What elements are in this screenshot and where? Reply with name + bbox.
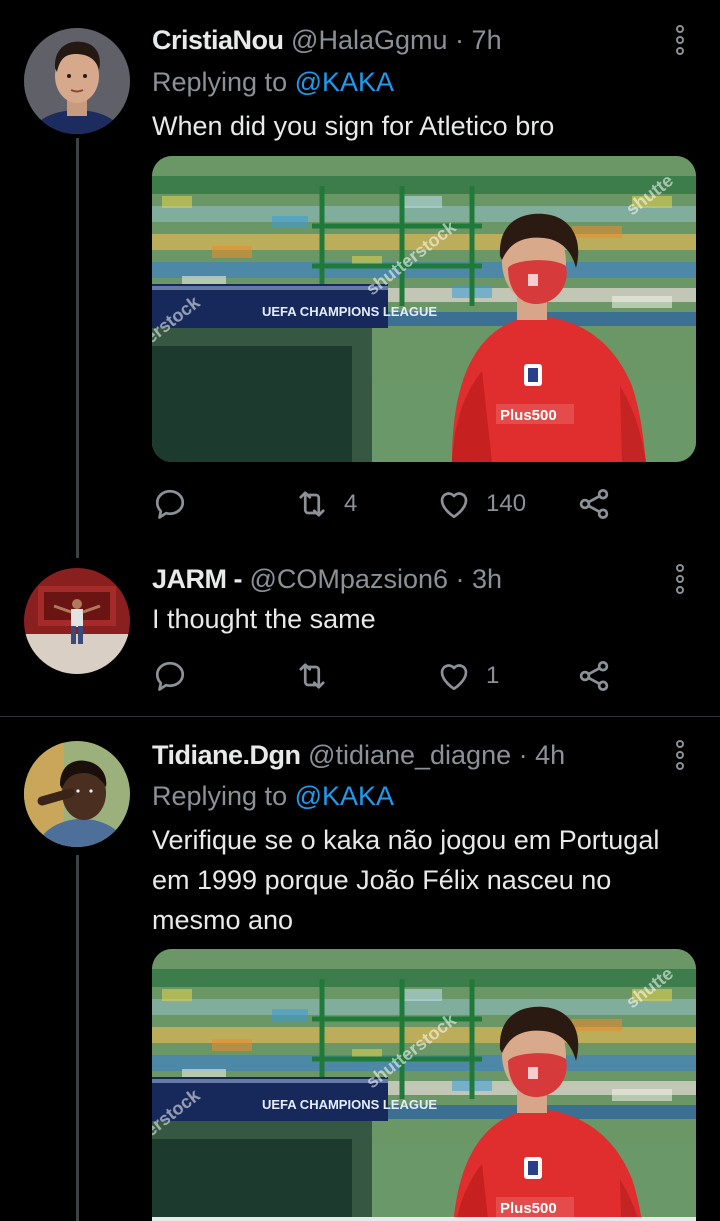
like-button[interactable]: 1 (436, 654, 499, 698)
like-button[interactable]: 140 (436, 482, 526, 526)
like-count: 1 (486, 662, 500, 689)
thread-line (76, 855, 79, 1221)
timestamp[interactable]: 4h (535, 740, 565, 770)
tweet-header: Tidiane.Dgn @tidiane_diagne · 4h (152, 735, 565, 775)
username[interactable]: @COMpazsion6 (250, 564, 448, 594)
avatar[interactable] (24, 568, 130, 674)
share-icon (576, 486, 612, 522)
tweet-media-image[interactable] (152, 949, 696, 1221)
replying-label: Replying to (152, 781, 288, 811)
retweet-button[interactable] (294, 654, 344, 698)
heart-icon (436, 486, 472, 522)
stadium-photo (152, 156, 696, 462)
retweet-count: 4 (344, 490, 358, 517)
tweet-actions: 1 (152, 654, 622, 698)
mention-link[interactable]: @KAKA (295, 781, 394, 811)
display-name[interactable]: Tidiane.Dgn (152, 740, 301, 770)
display-name[interactable]: CristiaNou (152, 25, 284, 55)
retweet-icon (294, 658, 330, 694)
share-button[interactable] (576, 654, 612, 698)
separator: · (518, 740, 528, 770)
timestamp[interactable]: 3h (472, 564, 502, 594)
tweet-header: JARM - @COMpazsion6 · 3h (152, 559, 502, 599)
mention-link[interactable]: @KAKA (295, 67, 394, 97)
replying-to: Replying to @KAKA (152, 62, 394, 102)
more-vertical-icon[interactable] (672, 559, 688, 599)
like-count: 140 (486, 490, 527, 517)
share-icon (576, 658, 612, 694)
tweet-2[interactable]: JARM - @COMpazsion6 · 3h I thought the s… (0, 550, 720, 716)
display-name[interactable]: JARM - (152, 564, 243, 594)
more-vertical-icon[interactable] (672, 20, 688, 60)
username[interactable]: @tidiane_diagne (308, 740, 511, 770)
stadium-photo (152, 949, 696, 1221)
tweet-text: Verifique se o kaka não jogou em Portuga… (152, 825, 660, 935)
separator: · (455, 25, 465, 55)
reply-button[interactable] (152, 482, 202, 526)
retweet-button[interactable]: 4 (294, 482, 357, 526)
avatar[interactable] (24, 28, 130, 134)
avatar-image (24, 568, 130, 674)
tweet-text: When did you sign for Atletico bro (152, 111, 555, 141)
tweet-1[interactable]: CristiaNou @HalaGgmu · 7h Replying to @K… (0, 0, 720, 558)
heart-icon (436, 658, 472, 694)
tweet-actions: 4 140 (152, 482, 622, 526)
thread-line (76, 138, 79, 558)
more-vertical-icon[interactable] (672, 735, 688, 775)
avatar-image (24, 28, 130, 134)
replying-to: Replying to @KAKA (152, 776, 394, 816)
timestamp[interactable]: 7h (472, 25, 502, 55)
reply-icon (152, 658, 188, 694)
scroll-edge (152, 1217, 696, 1221)
share-button[interactable] (576, 482, 612, 526)
separator: · (455, 564, 465, 594)
reply-button[interactable] (152, 654, 202, 698)
tweet-3[interactable]: Tidiane.Dgn @tidiane_diagne · 4h Replyin… (0, 717, 720, 1221)
avatar-image (24, 741, 130, 847)
username[interactable]: @HalaGgmu (291, 25, 447, 55)
tweet-header: CristiaNou @HalaGgmu · 7h (152, 20, 502, 60)
reply-icon (152, 486, 188, 522)
tweet-media-image[interactable] (152, 156, 696, 462)
tweet-text: I thought the same (152, 604, 376, 634)
avatar[interactable] (24, 741, 130, 847)
replying-label: Replying to (152, 67, 288, 97)
retweet-icon (294, 486, 330, 522)
